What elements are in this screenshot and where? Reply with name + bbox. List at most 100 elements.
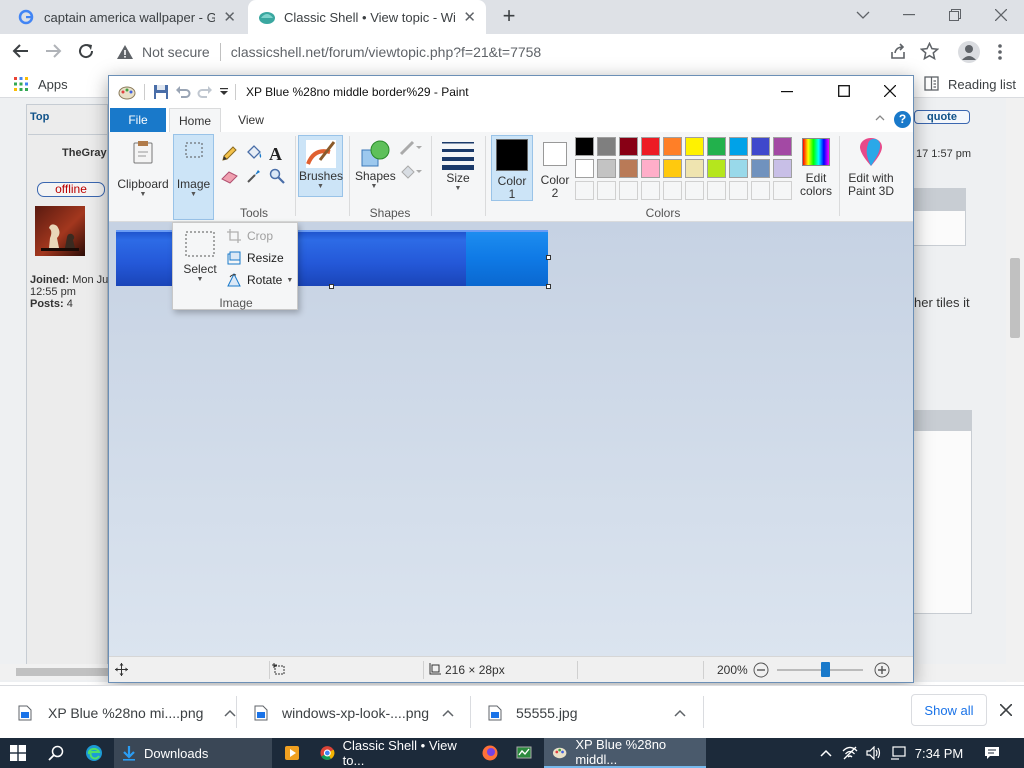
color-swatch[interactable] [597, 137, 616, 156]
color-swatch[interactable] [685, 159, 704, 178]
chevron-up-icon[interactable] [224, 709, 236, 717]
chevron-up-icon[interactable] [442, 709, 454, 717]
rotate-button[interactable]: Rotate ▼ [227, 273, 293, 287]
outline-icon[interactable] [399, 140, 423, 156]
close-tab-icon[interactable]: ✕ [223, 8, 236, 26]
color-swatch[interactable] [619, 137, 638, 156]
download-item[interactable]: windows-xp-look-....png [254, 686, 454, 739]
color-swatch[interactable] [751, 159, 770, 178]
eraser-icon[interactable] [221, 170, 239, 184]
reading-list-label[interactable]: Reading list [948, 77, 1016, 92]
tab-captain-america[interactable]: captain america wallpaper - Goo ✕ [8, 0, 246, 34]
taskbar-downloads[interactable]: Downloads [114, 738, 272, 768]
avatar[interactable] [35, 206, 85, 256]
post-author[interactable]: TheGray [62, 147, 107, 159]
brushes-button[interactable]: Brushes ▼ [298, 135, 343, 197]
empty-color-swatch[interactable] [597, 181, 616, 200]
download-item[interactable]: XP Blue %28no mi....png [18, 686, 236, 739]
redo-icon[interactable] [197, 84, 213, 100]
taskbar-paint[interactable]: XP Blue %28no middl... [544, 737, 706, 768]
empty-color-swatch[interactable] [619, 181, 638, 200]
reading-list-icon[interactable] [924, 76, 939, 91]
media-player-icon[interactable] [276, 738, 308, 768]
crop-button[interactable]: Crop [227, 229, 273, 243]
color-swatch[interactable] [641, 137, 660, 156]
show-hidden-icons-chevron-icon[interactable] [818, 738, 834, 768]
fill-bucket-icon[interactable] [245, 144, 263, 162]
pencil-icon[interactable] [221, 146, 237, 162]
minimize-icon[interactable] [886, 0, 932, 30]
empty-color-swatch[interactable] [707, 181, 726, 200]
color-swatch[interactable] [641, 159, 660, 178]
task-manager-icon[interactable] [508, 738, 540, 768]
fill-icon[interactable] [399, 164, 423, 180]
color-picker-icon[interactable] [246, 168, 262, 184]
close-window-icon[interactable] [978, 0, 1024, 30]
zoom-out-icon[interactable] [753, 662, 769, 678]
chevron-up-icon[interactable] [674, 709, 686, 717]
apps-bookmark[interactable]: Apps [38, 77, 68, 92]
color2-button[interactable]: Color 2 [537, 135, 573, 201]
back-icon[interactable] [12, 42, 30, 60]
restore-icon[interactable] [932, 0, 978, 30]
color-swatch[interactable] [729, 159, 748, 178]
color1-button[interactable]: Color 1 [491, 135, 533, 201]
bookmark-star-icon[interactable] [920, 42, 939, 61]
close-icon[interactable] [884, 85, 896, 97]
scrollbar-thumb[interactable] [1010, 258, 1020, 338]
color-swatch[interactable] [707, 159, 726, 178]
tab-file[interactable]: File [110, 108, 166, 132]
collapse-ribbon-icon[interactable] [875, 114, 885, 121]
empty-color-swatch[interactable] [663, 181, 682, 200]
resize-button[interactable]: Resize [227, 251, 284, 265]
volume-icon[interactable] [864, 738, 884, 768]
empty-color-swatch[interactable] [641, 181, 660, 200]
color-swatch[interactable] [663, 137, 682, 156]
display-icon[interactable] [888, 738, 908, 768]
tab-search-icon[interactable] [840, 0, 886, 30]
color-swatch[interactable] [663, 159, 682, 178]
clock-time[interactable]: 7:34 PM [912, 738, 966, 768]
profile-avatar[interactable] [958, 41, 980, 63]
url-text[interactable]: classicshell.net/forum/viewtopic.php?f=2… [231, 44, 542, 60]
resize-handle-bottom[interactable] [329, 284, 334, 289]
empty-color-swatch[interactable] [685, 181, 704, 200]
shapes-button[interactable]: Shapes ▼ [355, 136, 396, 198]
maximize-icon[interactable] [838, 85, 850, 97]
color-swatch[interactable] [751, 137, 770, 156]
image-button[interactable]: Image ▼ [173, 134, 214, 220]
empty-color-swatch[interactable] [751, 181, 770, 200]
color-swatch[interactable] [685, 137, 704, 156]
size-button[interactable]: Size ▼ [439, 138, 477, 200]
menu-icon[interactable] [998, 44, 1002, 60]
edge-icon[interactable] [76, 738, 112, 768]
select-button[interactable]: Select ▼ [177, 227, 223, 289]
color-swatch[interactable] [597, 159, 616, 178]
color-swatch[interactable] [707, 137, 726, 156]
zoom-in-icon[interactable] [874, 662, 890, 678]
close-tab-icon[interactable]: ✕ [463, 8, 476, 26]
color-swatch[interactable] [619, 159, 638, 178]
resize-handle-right[interactable] [546, 255, 551, 260]
taskbar-chrome[interactable]: Classic Shell • View to... [312, 738, 470, 768]
notifications-icon[interactable] [978, 738, 1006, 768]
edit-with-paint3d-button[interactable]: Edit with Paint 3D [843, 135, 899, 201]
help-icon[interactable]: ? [894, 111, 911, 128]
tab-classic-shell[interactable]: Classic Shell • View topic - Wind ✕ [248, 0, 486, 34]
empty-color-swatch[interactable] [575, 181, 594, 200]
close-downloads-icon[interactable] [1000, 704, 1012, 716]
reload-icon[interactable] [77, 42, 95, 60]
color-swatch[interactable] [729, 137, 748, 156]
color-swatch[interactable] [575, 159, 594, 178]
color-swatch[interactable] [773, 137, 792, 156]
edit-colors-button[interactable]: Edit colors [797, 135, 835, 201]
zoom-slider-track[interactable] [777, 669, 863, 671]
download-item[interactable]: 55555.jpg [488, 686, 686, 739]
forward-icon[interactable] [44, 42, 62, 60]
empty-color-swatch[interactable] [729, 181, 748, 200]
address-bar[interactable]: Not secure classicshell.net/forum/viewto… [108, 38, 878, 66]
top-link[interactable]: Top [30, 111, 49, 123]
text-tool-icon[interactable]: A [269, 144, 282, 165]
firefox-icon[interactable] [474, 738, 506, 768]
minimize-icon[interactable] [781, 85, 793, 97]
